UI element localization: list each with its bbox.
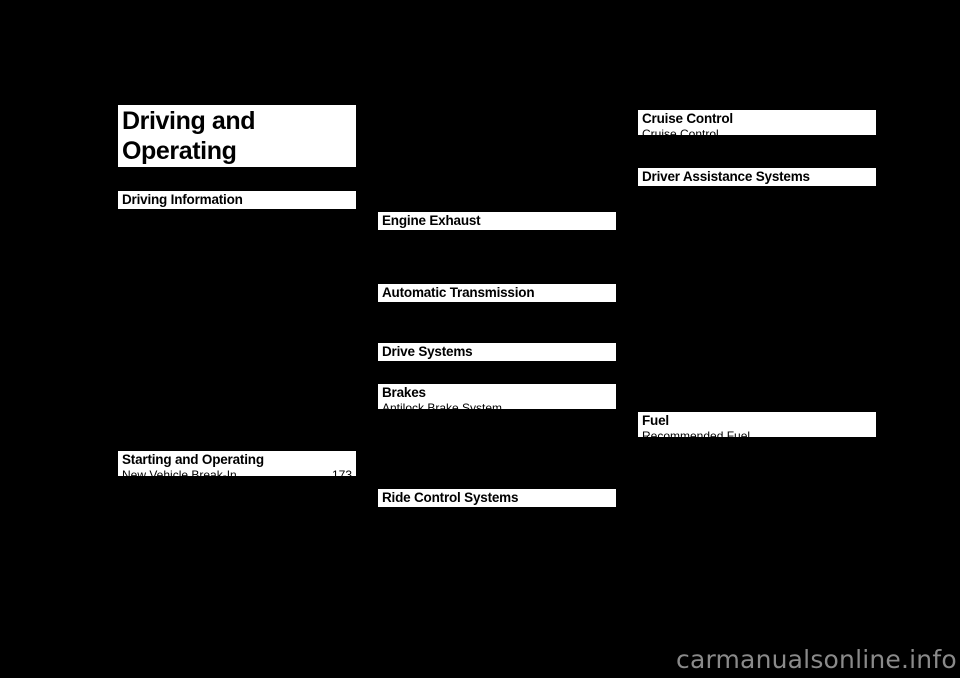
section-heading-brakes[interactable]: Brakes Antilock Brake System — [378, 384, 616, 409]
section-heading-fuel[interactable]: Fuel Recommended Fuel — [638, 412, 876, 437]
section-heading-driver-assistance-systems[interactable]: Driver Assistance Systems — [638, 168, 876, 186]
section-heading-label: Brakes — [382, 385, 426, 400]
toc-entry-label: Recommended Fuel — [642, 430, 751, 437]
toc-entry-clipped[interactable]: 173 New Vehicle Break-In — [122, 469, 356, 476]
toc-entry-page-number: 173 — [331, 469, 352, 476]
section-heading-engine-exhaust[interactable]: Engine Exhaust — [378, 212, 616, 230]
section-heading-label: Engine Exhaust — [382, 213, 481, 228]
section-heading-driving-information[interactable]: Driving Information — [118, 191, 356, 209]
section-heading-label: Driver Assistance Systems — [642, 169, 810, 184]
toc-entry-label: Antilock Brake System — [382, 402, 503, 409]
section-heading-label: Fuel — [642, 413, 669, 428]
toc-entry-clipped[interactable]: Recommended Fuel — [642, 430, 876, 437]
section-heading-label: Automatic Transmission — [382, 285, 535, 300]
section-heading-drive-systems[interactable]: Drive Systems — [378, 343, 616, 361]
toc-entry-clipped[interactable]: Antilock Brake System — [382, 402, 616, 409]
chapter-title-block: Driving and Operating — [118, 105, 356, 167]
section-heading-ride-control-systems[interactable]: Ride Control Systems — [378, 489, 616, 507]
toc-entry-label: Cruise Control — [642, 128, 719, 135]
section-heading-label: Drive Systems — [382, 344, 473, 359]
toc-entry-clipped[interactable]: Cruise Control — [642, 128, 876, 135]
site-watermark: carmanualsonline.info — [676, 645, 957, 674]
section-heading-starting-and-operating[interactable]: Starting and Operating 173 New Vehicle B… — [118, 451, 356, 476]
section-heading-cruise-control[interactable]: Cruise Control Cruise Control — [638, 110, 876, 135]
section-heading-label: Starting and Operating — [122, 452, 264, 467]
chapter-title-line-2: Operating — [122, 137, 237, 165]
manual-page: Driving and Operating Driving Informatio… — [0, 0, 960, 678]
section-heading-label: Driving Information — [122, 192, 243, 207]
toc-entry-label: New Vehicle Break-In — [122, 469, 237, 476]
section-heading-label: Cruise Control — [642, 111, 733, 126]
section-heading-label: Ride Control Systems — [382, 490, 519, 505]
section-heading-automatic-transmission[interactable]: Automatic Transmission — [378, 284, 616, 302]
chapter-title-line-1: Driving and — [122, 107, 256, 135]
